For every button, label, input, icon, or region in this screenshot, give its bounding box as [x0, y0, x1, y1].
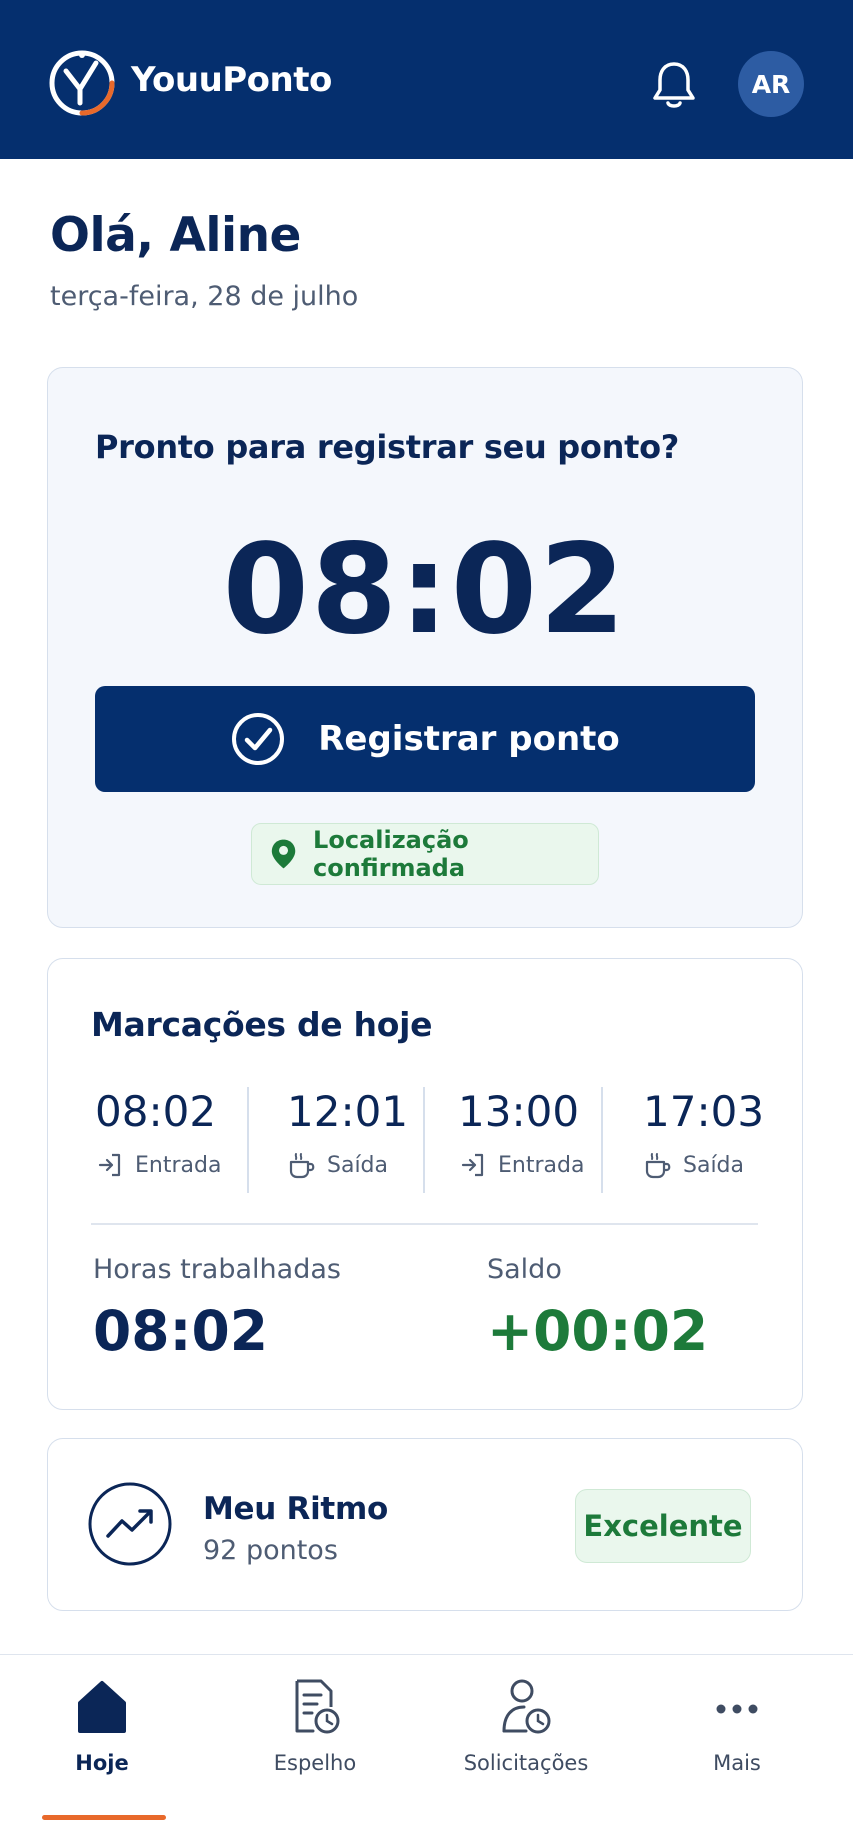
nav-label-hoje: Hoje: [75, 1751, 129, 1775]
document-clock-icon: [295, 1679, 340, 1734]
nav-label-solicitacoes: Solicitações: [463, 1751, 589, 1775]
mark-time: 08:02: [95, 1087, 217, 1136]
check-circle-icon: [232, 713, 285, 765]
mark-divider: [247, 1087, 249, 1193]
nav-label-mais: Mais: [713, 1751, 761, 1775]
coffee-cup-icon: [645, 1153, 671, 1179]
todays-marks-card: Marcações de hoje 08:02 Entrada 12:01 Sa…: [47, 958, 803, 1410]
mark-item: 13:00 Entrada: [458, 1087, 584, 1193]
trending-up-icon: [88, 1482, 172, 1566]
mark-item: 08:02 Entrada: [95, 1087, 221, 1193]
mark-time: 17:03: [643, 1087, 765, 1136]
sign-in-icon: [461, 1153, 484, 1177]
marks-row: 08:02 Entrada 12:01 Saída 13:00 Entrada …: [48, 1087, 802, 1193]
home-icon: [78, 1681, 126, 1733]
location-status-label: Localização confirmada: [313, 826, 469, 882]
nav-item-solicitacoes[interactable]: Solicitações: [426, 1677, 626, 1775]
nav-item-mais[interactable]: Mais: [637, 1677, 837, 1775]
active-tab-indicator: [42, 1815, 166, 1820]
nav-item-hoje[interactable]: Hoje: [2, 1677, 202, 1820]
rhythm-points: 92 pontos: [203, 1535, 338, 1566]
marks-title: Marcações de hoje: [91, 1005, 433, 1044]
current-date: terça-feira, 28 de julho: [50, 281, 359, 312]
worked-hours-label: Horas trabalhadas: [93, 1254, 341, 1285]
mark-time: 13:00: [458, 1087, 580, 1136]
mark-label: Saída: [683, 1152, 745, 1178]
worked-hours-value: 08:02: [93, 1299, 269, 1363]
clock-check-logo-icon: [49, 50, 115, 116]
mark-label: Entrada: [498, 1152, 585, 1178]
current-time: 08:02: [222, 518, 628, 662]
map-pin-icon: [271, 839, 296, 869]
user-clock-icon: [502, 1679, 551, 1734]
more-dots-icon: [716, 1704, 758, 1714]
clock-in-card: Pronto para registrar seu ponto? 08:02 R…: [47, 367, 803, 928]
top-app-bar: YouuPonto AR: [0, 0, 853, 159]
rhythm-card[interactable]: Meu Ritmo 92 pontos Excelente: [47, 1438, 803, 1611]
bell-icon[interactable]: [652, 58, 696, 110]
balance-value: +00:02: [487, 1299, 709, 1363]
mark-item: 17:03 Saída: [643, 1087, 764, 1193]
mark-divider: [601, 1087, 603, 1193]
mark-divider: [423, 1087, 425, 1193]
mark-time: 12:01: [287, 1087, 409, 1136]
mark-label: Saída: [327, 1152, 389, 1178]
app-brand: YouuPonto: [131, 60, 332, 100]
mark-label: Entrada: [135, 1152, 222, 1178]
balance-label: Saldo: [487, 1254, 562, 1285]
bottom-navigation: Hoje Espelho Solicitações Mais: [0, 1654, 853, 1844]
location-status: Localização confirmada: [251, 823, 599, 885]
mark-item: 12:01 Saída: [287, 1087, 408, 1193]
rhythm-status-badge: Excelente: [575, 1489, 751, 1563]
register-clock-label: Registrar ponto: [318, 719, 620, 759]
nav-label-espelho: Espelho: [273, 1751, 357, 1775]
rhythm-title: Meu Ritmo: [203, 1491, 388, 1527]
clock-in-question: Pronto para registrar seu ponto?: [95, 428, 680, 466]
sign-in-icon: [98, 1153, 121, 1177]
nav-item-espelho[interactable]: Espelho: [215, 1677, 415, 1775]
register-clock-button[interactable]: Registrar ponto: [95, 686, 755, 792]
marks-divider: [91, 1223, 758, 1225]
greeting-title: Olá, Aline: [50, 208, 301, 263]
coffee-cup-icon: [289, 1153, 315, 1179]
user-avatar[interactable]: AR: [738, 51, 804, 117]
